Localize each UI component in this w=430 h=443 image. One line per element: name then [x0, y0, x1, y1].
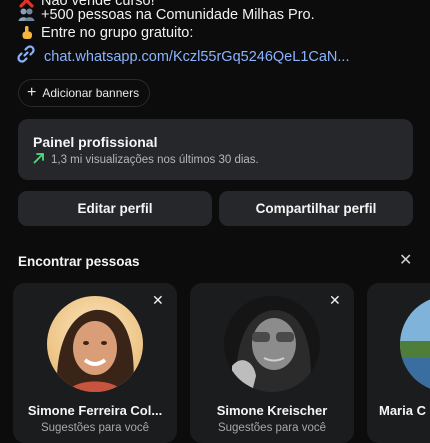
bio-link-url[interactable]: chat.whatsapp.com/Kczl55rGq5246QeL1CaN..… [44, 49, 349, 65]
edit-profile-button[interactable]: Editar perfil [18, 191, 212, 226]
suggestion-card[interactable]: ✕ Simone Ferreira Col... Sugestões para … [13, 283, 177, 443]
add-banners-button[interactable]: + Adicionar banners [18, 79, 151, 107]
suggestion-name: Simone Kreischer [216, 403, 328, 418]
professional-dashboard-stats: 1,3 mi visualizações nos últimos 30 dias… [33, 152, 259, 167]
bio-line-2-text: +500 pessoas na Comunidade Milhas Pro. [41, 6, 315, 23]
bio-link[interactable]: chat.whatsapp.com/Kczl55rGq5246QeL1CaN..… [16, 44, 349, 69]
share-profile-label: Compartilhar perfil [255, 201, 377, 216]
suggestion-name: Simone Ferreira Col... [27, 403, 163, 418]
close-icon[interactable]: ✕ [399, 253, 412, 269]
avatar[interactable] [47, 296, 143, 392]
bio-line-3-text: Entre no grupo gratuito: [41, 24, 194, 41]
bio-line-3: Entre no grupo gratuito: [18, 24, 193, 41]
people-icon [18, 6, 35, 23]
close-icon[interactable]: ✕ [329, 293, 341, 307]
plus-icon: + [27, 84, 37, 101]
suggestion-card[interactable]: ✕ Simone Kreischer Sugestões para você [190, 283, 354, 443]
suggestion-subtitle: Sugestões para você [217, 422, 327, 434]
bio-line-2: +500 pessoas na Comunidade Milhas Pro. [18, 6, 315, 23]
avatar[interactable] [400, 296, 430, 392]
suggestion-subtitle: Sugestões para você [40, 422, 150, 434]
edit-profile-label: Editar perfil [77, 201, 153, 216]
pointing-down-icon [18, 24, 35, 41]
professional-dashboard-title: Painel profissional [33, 134, 158, 150]
professional-dashboard-subtitle: 1,3 mi visualizações nos últimos 30 dias… [51, 153, 259, 166]
find-people-title: Encontrar pessoas [18, 254, 140, 269]
trend-up-icon [33, 152, 45, 167]
avatar[interactable] [224, 296, 320, 392]
professional-dashboard-card[interactable]: Painel profissional 1,3 mi visualizações… [18, 119, 413, 180]
link-icon [16, 44, 36, 69]
add-banners-label: Adicionar banners [42, 86, 140, 100]
suggestion-card[interactable]: Maria C [367, 283, 430, 443]
suggestion-name: Maria C [379, 403, 426, 418]
close-icon[interactable]: ✕ [152, 293, 164, 307]
share-profile-button[interactable]: Compartilhar perfil [219, 191, 413, 226]
